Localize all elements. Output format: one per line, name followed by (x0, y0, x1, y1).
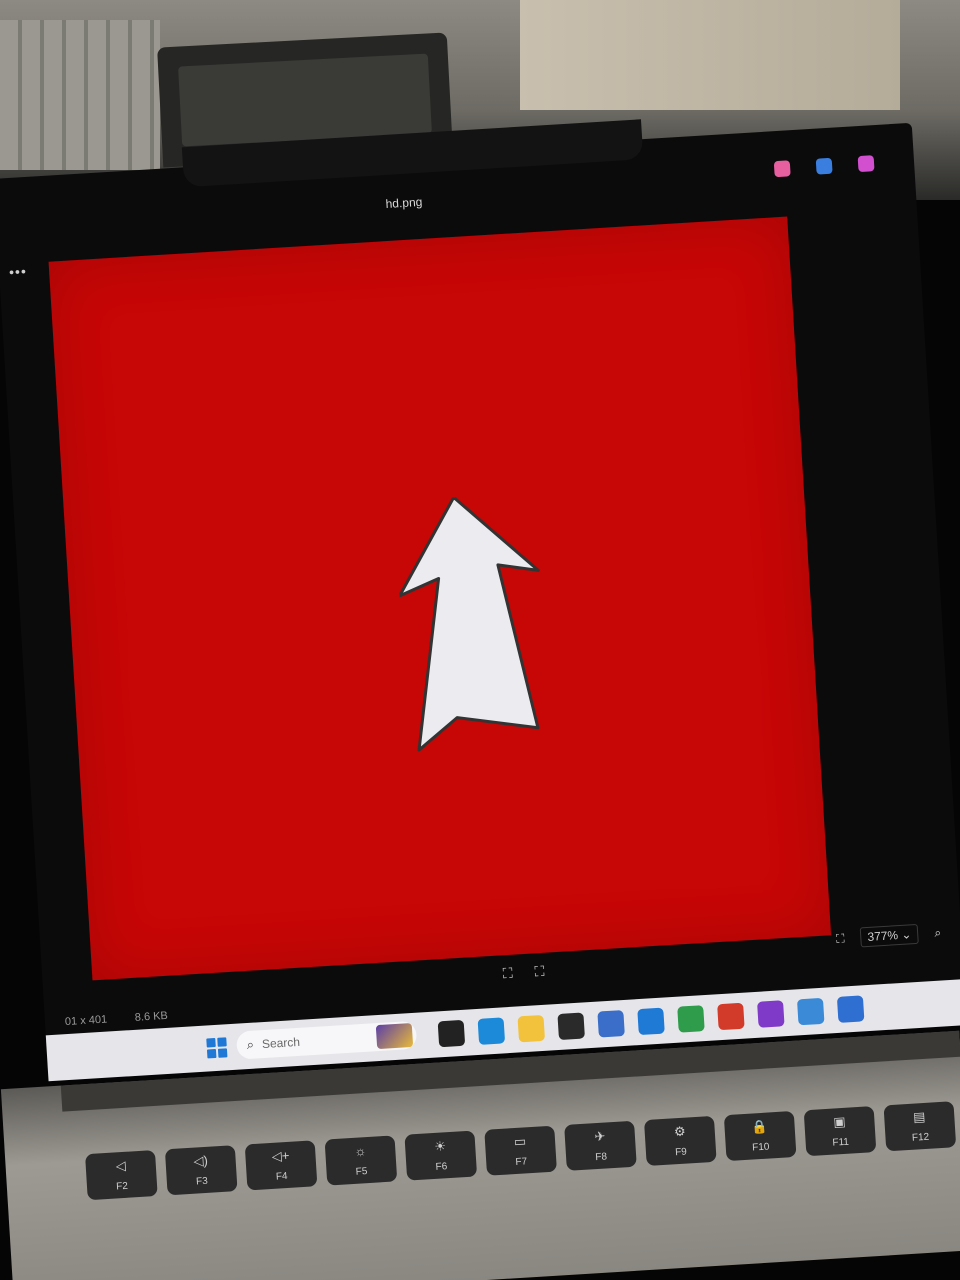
edge-icon[interactable] (477, 1017, 506, 1045)
image-dimensions: 01 x 401 (64, 1013, 108, 1029)
key-glyph: ☼ (353, 1143, 367, 1159)
key-f6[interactable]: ☀ F6 (404, 1130, 478, 1181)
key-f11[interactable]: ▣ F11 (803, 1106, 877, 1157)
key-label: F11 (832, 1136, 850, 1149)
zoom-in-icon[interactable]: ⌕ (934, 925, 942, 940)
key-glyph: ▣ (832, 1113, 847, 1130)
key-label: F9 (674, 1146, 688, 1159)
zoom-level: 377% (867, 928, 899, 944)
terminal-icon[interactable] (557, 1012, 585, 1040)
key-glyph: 🔒 (751, 1118, 769, 1135)
task-view-icon[interactable] (437, 1019, 466, 1048)
laptop-screen: hd.png ••• 01 x 401 8.6 KB ⛶ ⛶ ⛶ 377% ⌄ … (0, 119, 960, 1082)
key-glyph: ▤ (912, 1108, 926, 1125)
window-blinds (0, 20, 160, 170)
key-label: F5 (355, 1166, 368, 1178)
key-f10[interactable]: 🔒 F10 (723, 1110, 797, 1162)
designer-icon[interactable] (857, 155, 875, 173)
file-size: 8.6 KB (134, 1009, 169, 1024)
paint-app-icon[interactable] (836, 995, 865, 1023)
cube-app-icon[interactable] (597, 1010, 625, 1038)
photo-scene: hd.png ••• 01 x 401 8.6 KB ⛶ ⛶ ⛶ 377% ⌄ … (0, 0, 960, 1280)
cloud-app-icon[interactable] (796, 997, 825, 1026)
key-glyph: ⚙ (673, 1123, 687, 1140)
chrome-profile-2-icon[interactable] (757, 1000, 785, 1028)
vscode-icon[interactable] (637, 1007, 665, 1036)
image-canvas (48, 216, 832, 981)
up-arrow-image (398, 495, 540, 752)
key-label: F4 (275, 1170, 288, 1183)
chrome-icon[interactable] (677, 1005, 705, 1033)
key-glyph: ✈ (593, 1128, 606, 1145)
key-glyph: ◁ (115, 1157, 127, 1174)
paint-icon[interactable] (815, 157, 833, 175)
fullscreen-icon[interactable]: ⛶ (836, 931, 845, 946)
key-f4[interactable]: ◁+ F4 (244, 1140, 318, 1191)
search-placeholder: Search (261, 1034, 301, 1052)
key-f3[interactable]: ◁) F3 (164, 1145, 238, 1196)
key-f12[interactable]: ▤ F12 (883, 1101, 957, 1152)
actual-size-icon[interactable]: ⛶ (534, 963, 545, 981)
key-glyph: ▭ (513, 1133, 527, 1150)
function-key-row: ◁ F2 ◁) F3 ◁+ F4 ☼ F5 ☀ F6 ▭ F7 ✈ F8 ⚙ F9 🔒 F10 ▣ F11 ▤ F12 (85, 1101, 957, 1201)
office-chair-back (178, 53, 432, 147)
key-label: F8 (594, 1151, 608, 1164)
chevron-down-icon: ⌄ (901, 927, 912, 942)
key-label: F6 (435, 1161, 448, 1173)
wall (520, 0, 900, 110)
key-f2[interactable]: ◁ F2 (85, 1150, 158, 1201)
more-horizontal-icon[interactable]: ••• (9, 263, 28, 280)
key-label: F10 (751, 1141, 770, 1154)
key-f5[interactable]: ☼ F5 (324, 1135, 398, 1186)
key-label: F12 (911, 1131, 930, 1144)
view-controls: ⛶ ⛶ (502, 963, 545, 983)
key-label: F7 (515, 1156, 528, 1169)
fit-to-window-icon[interactable]: ⛶ (502, 965, 513, 983)
copilot-icon[interactable] (773, 160, 791, 178)
window-title: hd.png (385, 194, 423, 212)
titlebar-icons (773, 155, 875, 178)
arrow-shape (398, 495, 540, 752)
key-f7[interactable]: ▭ F7 (484, 1125, 557, 1176)
key-glyph: ◁+ (271, 1147, 290, 1164)
key-f9[interactable]: ⚙ F9 (643, 1115, 717, 1167)
search-highlight-icon[interactable] (375, 1022, 414, 1050)
key-glyph: ◁) (193, 1152, 209, 1169)
key-f8[interactable]: ✈ F8 (564, 1120, 637, 1171)
search-icon: ⌕ (246, 1036, 255, 1053)
zoom-controls: ⛶ 377% ⌄ ⌕ (835, 922, 942, 948)
windows-start-icon[interactable] (206, 1037, 228, 1059)
key-label: F3 (195, 1175, 209, 1188)
zoom-dropdown[interactable]: 377% ⌄ (859, 923, 920, 948)
chrome-profile-icon[interactable] (717, 1002, 745, 1031)
file-explorer-icon[interactable] (517, 1014, 546, 1043)
key-label: F2 (115, 1180, 129, 1193)
key-glyph: ☀ (433, 1138, 447, 1154)
